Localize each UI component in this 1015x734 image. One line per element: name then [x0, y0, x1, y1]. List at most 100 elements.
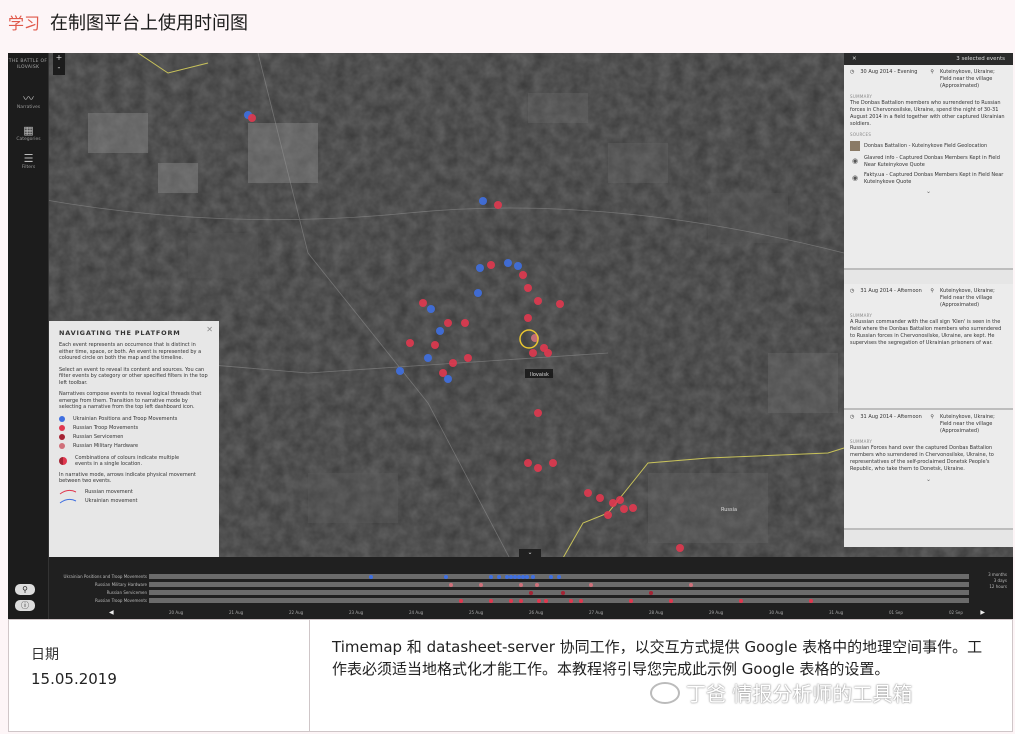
timeline-event[interactable] [519, 598, 523, 603]
zoom-level[interactable]: 12 hours [989, 584, 1007, 589]
event-marker[interactable] [519, 271, 527, 279]
timeline-event[interactable] [589, 582, 593, 587]
event-marker[interactable] [556, 300, 564, 308]
event-marker[interactable] [676, 544, 684, 552]
close-icon[interactable]: ✕ [852, 56, 857, 62]
event-card[interactable]: ◷ 30 Aug 2014 - Evening ⚲ Kuteinykove, U… [844, 65, 1013, 270]
close-icon[interactable]: ✕ [206, 325, 213, 334]
event-marker[interactable] [444, 319, 452, 327]
event-card[interactable]: ◷ 31 Aug 2014 - Afternoon ⚲ Kuteinykove,… [844, 284, 1013, 410]
zoom-level[interactable]: 3 months [988, 572, 1007, 577]
event-marker[interactable] [584, 489, 592, 497]
event-marker[interactable] [616, 496, 624, 504]
event-marker[interactable] [514, 262, 522, 270]
event-marker[interactable] [476, 264, 484, 272]
event-marker[interactable] [534, 409, 542, 417]
timeline-event[interactable] [537, 598, 541, 603]
chevron-down-icon[interactable]: ⌄ [850, 188, 1007, 195]
event-marker[interactable] [406, 339, 414, 347]
event-marker[interactable] [479, 197, 487, 205]
event-marker[interactable] [596, 494, 604, 502]
timeline-event[interactable] [479, 582, 483, 587]
event-marker[interactable] [419, 299, 427, 307]
source-item[interactable]: ◉ Fakty.ua - Captured Donbas Members Kep… [850, 172, 1007, 185]
narratives-label: Narratives [16, 105, 41, 110]
timeline-event[interactable] [579, 598, 583, 603]
timeline-event[interactable] [739, 598, 743, 603]
timeline-event[interactable] [569, 598, 573, 603]
timeline-event[interactable] [519, 582, 523, 587]
timeline-event[interactable] [459, 598, 463, 603]
chevron-down-icon[interactable]: ⌄ [519, 549, 541, 557]
clock-icon: ◷ [850, 288, 855, 294]
event-marker[interactable] [544, 349, 552, 357]
timeline-event[interactable] [557, 574, 561, 579]
breadcrumb[interactable]: 学习 [8, 10, 40, 34]
event-marker[interactable] [431, 341, 439, 349]
event-marker[interactable] [524, 284, 532, 292]
event-marker[interactable] [487, 261, 495, 269]
timeline-event[interactable] [531, 574, 535, 579]
timeline-event[interactable] [525, 574, 529, 579]
info-button[interactable]: ⓘ [15, 600, 35, 611]
event-marker[interactable] [529, 349, 537, 357]
event-marker[interactable] [549, 459, 557, 467]
timeline-next-icon[interactable]: ▶ [980, 609, 985, 616]
timeline-event[interactable] [809, 598, 813, 603]
narratives-button[interactable]: 〰 Narratives [8, 93, 49, 111]
timeline-event[interactable] [535, 582, 539, 587]
timeline-event[interactable] [444, 574, 448, 579]
event-marker[interactable] [424, 354, 432, 362]
event-marker[interactable] [524, 459, 532, 467]
event-marker[interactable] [461, 319, 469, 327]
categories-button[interactable]: ▦ Categories [8, 125, 49, 143]
event-marker[interactable] [474, 289, 482, 297]
legend-item: Russian Servicemen [59, 433, 209, 440]
timeline-event[interactable] [489, 574, 493, 579]
zoom-control: + - [53, 53, 65, 75]
timeline-event[interactable] [509, 598, 513, 603]
timeline-event[interactable] [689, 582, 693, 587]
timeline-event[interactable] [629, 598, 633, 603]
filters-button[interactable]: ☰ Filters [8, 153, 49, 171]
watermark: 丁爸 情报分析师的工具箱 [650, 678, 912, 707]
zoom-level[interactable]: 3 days [994, 578, 1007, 583]
timeline-event[interactable] [369, 574, 373, 579]
map-pin-button[interactable]: ⚲ [15, 584, 35, 595]
sources-heading: SOURCES [850, 132, 872, 137]
event-marker[interactable] [427, 305, 435, 313]
event-marker[interactable] [464, 354, 472, 362]
event-marker[interactable] [436, 327, 444, 335]
timeline[interactable]: ⌄ Ukrainian Positions and Troop Movement… [49, 549, 1013, 619]
source-item[interactable]: ◉ Glavred info - Captured Donbas Members… [850, 155, 1007, 168]
event-marker[interactable] [534, 464, 542, 472]
event-marker[interactable] [604, 511, 612, 519]
source-item[interactable]: Donbas Battalion - Kuteinykove Field Geo… [850, 141, 1007, 151]
zoom-in-button[interactable]: + [53, 53, 65, 63]
timeline-event[interactable] [544, 598, 548, 603]
timeline-event[interactable] [497, 574, 501, 579]
timeline-event[interactable] [649, 590, 653, 595]
timeline-prev-icon[interactable]: ◀ [109, 609, 114, 616]
event-marker[interactable] [494, 201, 502, 209]
event-marker[interactable] [504, 259, 512, 267]
chevron-down-icon[interactable]: ⌄ [850, 476, 1007, 483]
zoom-out-button[interactable]: - [53, 63, 65, 73]
timeline-event[interactable] [529, 590, 533, 595]
event-marker[interactable] [524, 314, 532, 322]
timeline-event[interactable] [669, 598, 673, 603]
timeline-event[interactable] [449, 582, 453, 587]
timeline-event[interactable] [489, 598, 493, 603]
event-marker[interactable] [449, 359, 457, 367]
event-marker[interactable] [248, 114, 256, 122]
timeline-event[interactable] [549, 574, 553, 579]
timeline-tick-label: 27 Aug [589, 610, 604, 615]
event-marker[interactable] [444, 375, 452, 383]
event-card[interactable]: ◷ 31 Aug 2014 - Afternoon ⚲ Kuteinykove,… [844, 410, 1013, 530]
event-marker[interactable] [620, 505, 628, 513]
event-marker[interactable] [609, 499, 617, 507]
event-marker[interactable] [534, 297, 542, 305]
event-marker[interactable] [629, 504, 637, 512]
event-marker[interactable] [396, 367, 404, 375]
timeline-event[interactable] [561, 590, 565, 595]
